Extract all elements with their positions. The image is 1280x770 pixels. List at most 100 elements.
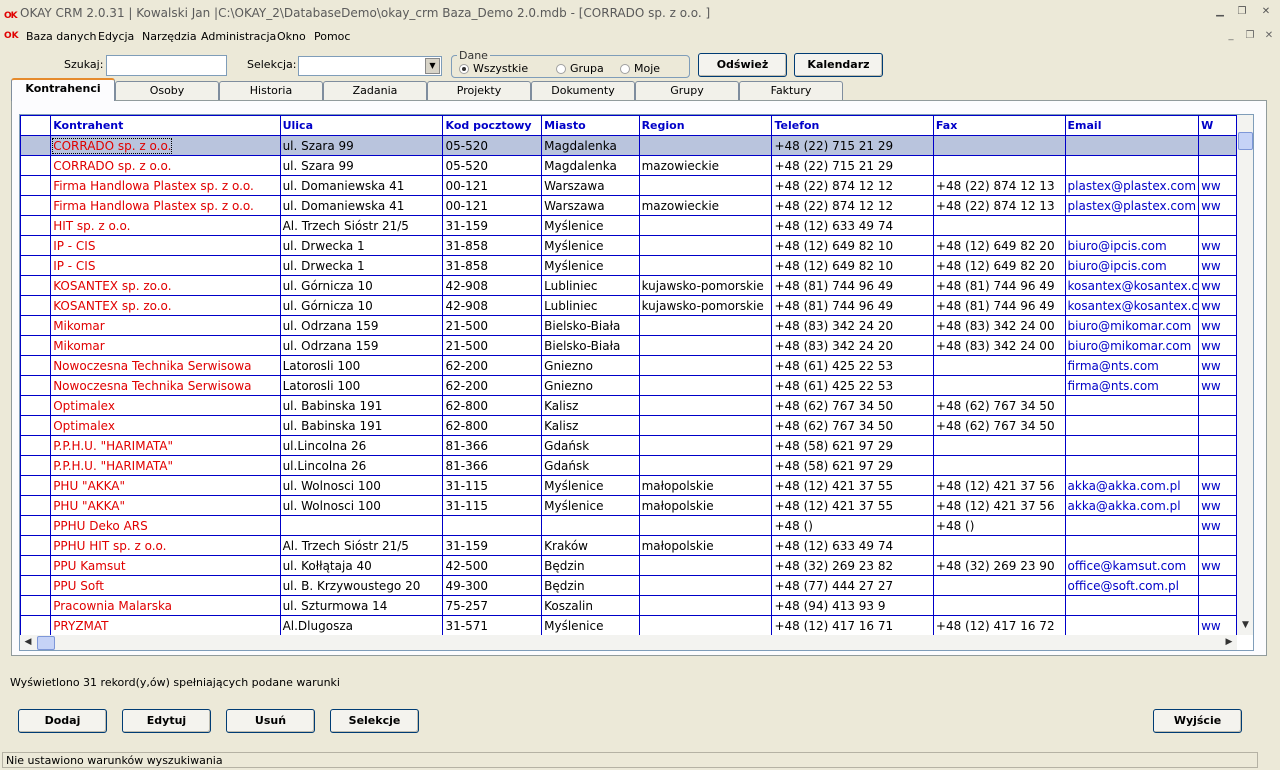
table-row[interactable]: PPHU HIT sp. z o.o. Al. Trzech Sióstr 21/… — [20, 535, 1237, 556]
tab-dokumenty[interactable]: Dokumenty — [531, 81, 635, 100]
table-row[interactable]: Nowoczesna Technika Serwisowa Latorosli 1… — [20, 375, 1237, 396]
column-header-street[interactable]: Ulica — [279, 115, 444, 136]
cell-text: 42-908 — [445, 278, 488, 293]
table-row[interactable]: Mikomar ul. Odrzana 159 21-500 Bielsko-Biał… — [20, 315, 1237, 336]
column-header-email[interactable]: Email — [1064, 115, 1200, 136]
menu-edycja[interactable]: Edycja — [98, 30, 134, 43]
cell-www: ww — [1198, 335, 1237, 356]
radio-all[interactable] — [459, 64, 469, 74]
table-row[interactable]: IP - CIS ul. Drwecka 1 31-858 Myślenice +48 … — [20, 235, 1237, 256]
tab-zadania[interactable]: Zadania — [323, 81, 427, 100]
table-row[interactable]: KOSANTEX sp. zo.o. ul. Górnicza 10 42-908 L… — [20, 275, 1237, 296]
selections-button[interactable]: Selekcje — [330, 709, 419, 733]
cell-text: biuro@ipcis.com — [1067, 238, 1167, 253]
cell-phone: +48 (12) 633 49 74 — [771, 535, 934, 556]
exit-button[interactable]: Wyjście — [1153, 709, 1242, 733]
cell-postal-code: 31-159 — [442, 535, 543, 556]
table-row[interactable]: PHU "AKKA" ul. Wolnosci 100 31-115 Myślenic… — [20, 475, 1237, 496]
cell-text: +48 (12) 649 82 20 — [935, 258, 1055, 273]
table-row[interactable]: IP - CIS ul. Drwecka 1 31-858 Myślenice +48 … — [20, 255, 1237, 276]
refresh-button[interactable]: Odśwież — [698, 53, 787, 77]
table-row[interactable]: P.P.H.U. "HARIMATA" ul.Lincolna 26 81-366 G… — [20, 435, 1237, 456]
table-row[interactable]: PHU "AKKA" ul. Wolnosci 100 31-115 Myślenic… — [20, 495, 1237, 516]
table-row[interactable]: Firma Handlowa Plastex sp. z o.o. ul. Dom… — [20, 195, 1237, 216]
tab-historia[interactable]: Historia — [219, 81, 323, 100]
search-input[interactable] — [106, 55, 227, 76]
cell-text: ul. Babinska 191 — [282, 418, 383, 433]
chevron-down-icon[interactable]: ▼ — [425, 58, 440, 74]
close-icon[interactable]: ✕ — [1258, 5, 1274, 19]
contractors-grid[interactable]: Kontrahent Ulica Kod pocztowy Miasto Region T… — [19, 114, 1254, 651]
column-header-postal-code[interactable]: Kod pocztowy — [442, 115, 543, 136]
table-row[interactable]: CORRADO sp. z o.o. ul. Szara 99 05-520 Magd… — [20, 155, 1237, 176]
scroll-left-icon[interactable]: ◀ — [23, 637, 33, 647]
cell-row-indicator — [20, 135, 52, 156]
column-header-row-indicator[interactable] — [20, 115, 52, 136]
cell-phone: +48 (22) 715 21 29 — [771, 135, 934, 156]
table-row[interactable]: Firma Handlowa Plastex sp. z o.o. ul. Dom… — [20, 175, 1237, 196]
column-header-name[interactable]: Kontrahent — [50, 115, 281, 136]
add-button[interactable]: Dodaj — [18, 709, 107, 733]
table-row[interactable]: HIT sp. z o.o. Al. Trzech Sióstr 21/5 31-1… — [20, 215, 1237, 236]
menu-baza-danych[interactable]: Baza danych — [26, 30, 97, 43]
column-header-www[interactable]: W — [1198, 115, 1237, 136]
column-header-phone[interactable]: Telefon — [771, 115, 934, 136]
vertical-scroll-thumb[interactable] — [1238, 132, 1253, 150]
table-row[interactable]: Optimalex ul. Babinska 191 62-800 Kalisz +48… — [20, 415, 1237, 436]
table-row[interactable]: CORRADO sp. z o.o. ul. Szara 99 05-520 Magd… — [20, 135, 1237, 156]
mdi-close-icon[interactable]: ✕ — [1262, 30, 1276, 42]
mdi-minimize-icon[interactable]: _ — [1224, 30, 1238, 42]
scroll-down-icon[interactable]: ▼ — [1239, 620, 1252, 630]
cell-text: ww — [1201, 558, 1221, 573]
cell-phone: +48 (83) 342 24 20 — [771, 335, 934, 356]
horizontal-scrollbar[interactable]: ◀ ▶ — [20, 635, 1237, 650]
menu-pomoc[interactable]: Pomoc — [314, 30, 350, 43]
mdi-restore-icon[interactable]: ❐ — [1243, 30, 1257, 42]
table-row[interactable]: PRYZMAT Al.Dlugosza 31-571 Myślenice +48 (12… — [20, 615, 1237, 635]
menu-administracja[interactable]: Administracja — [201, 30, 276, 43]
table-row[interactable]: Nowoczesna Technika Serwisowa Latorosli 1… — [20, 355, 1237, 376]
table-row[interactable]: P.P.H.U. "HARIMATA" ul.Lincolna 26 81-366 G… — [20, 455, 1237, 476]
vertical-scrollbar[interactable]: ▼ — [1237, 115, 1253, 635]
minimize-icon[interactable]: ▁ — [1212, 5, 1228, 19]
selection-select[interactable]: ▼ — [298, 56, 442, 76]
cell-text: małopolskie — [641, 498, 714, 513]
cell-text: PHU "AKKA" — [53, 478, 126, 493]
radio-group[interactable] — [556, 64, 566, 74]
cell-postal-code: 05-520 — [442, 155, 543, 176]
restore-icon[interactable]: ❐ — [1234, 5, 1250, 19]
cell-fax — [932, 355, 1066, 376]
column-header-fax[interactable]: Fax — [932, 115, 1066, 136]
tab-projekty[interactable]: Projekty — [427, 81, 531, 100]
tab-grupy[interactable]: Grupy — [635, 81, 739, 100]
table-row[interactable]: Optimalex ul. Babinska 191 62-800 Kalisz +48… — [20, 395, 1237, 416]
cell-region — [638, 135, 773, 156]
table-row[interactable]: PPHU Deko ARS +48 () +48 () ww — [20, 515, 1237, 536]
menu-okno[interactable]: Okno — [277, 30, 306, 43]
table-row[interactable]: KOSANTEX sp. zo.o. ul. Górnicza 10 42-908… — [20, 295, 1237, 316]
table-row[interactable]: PPU Soft ul. B. Krzywoustego 20 49-300 Będz… — [20, 575, 1237, 596]
table-row[interactable]: PPU Kamsut ul. Kołłątaja 40 42-500 Będzin +4… — [20, 555, 1237, 576]
cell-text: +48 (12) 633 49 74 — [774, 538, 894, 553]
tab-osoby[interactable]: Osoby — [115, 81, 219, 100]
tab-kontrahenci[interactable]: Kontrahenci — [11, 78, 115, 101]
horizontal-scroll-thumb[interactable] — [37, 636, 55, 650]
cell-text: +48 (62) 767 34 50 — [774, 418, 894, 433]
table-row[interactable]: Mikomar ul. Odrzana 159 21-500 Bielsko-Biał… — [20, 335, 1237, 356]
cell-text: office@kamsut.com — [1067, 558, 1187, 573]
column-header-city[interactable]: Miasto — [541, 115, 640, 136]
cell-text: Będzin — [544, 578, 585, 593]
scroll-right-icon[interactable]: ▶ — [1224, 637, 1234, 647]
menu-narzedzia[interactable]: Narzędzia — [142, 30, 197, 43]
table-row[interactable]: Pracownia Malarska ul. Szturmowa 14 75-257… — [20, 595, 1237, 616]
column-header-region[interactable]: Region — [638, 115, 773, 136]
tab-faktury[interactable]: Faktury — [739, 81, 843, 100]
edit-button[interactable]: Edytuj — [122, 709, 211, 733]
delete-button[interactable]: Usuń — [226, 709, 315, 733]
cell-postal-code: 31-115 — [442, 495, 543, 516]
cell-region — [638, 515, 773, 536]
radio-mine[interactable] — [620, 64, 630, 74]
cell-fax: +48 (12) 649 82 20 — [932, 235, 1066, 256]
calendar-button[interactable]: Kalendarz — [794, 53, 883, 77]
cell-row-indicator — [20, 275, 52, 296]
